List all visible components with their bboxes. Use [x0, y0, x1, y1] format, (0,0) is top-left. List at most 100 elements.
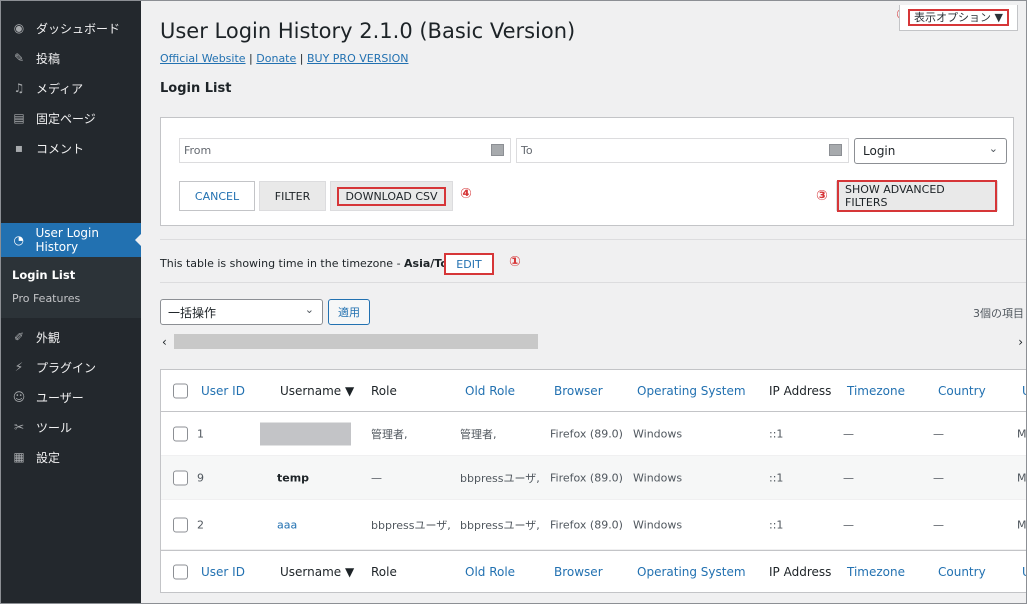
cell-timezone: —: [843, 518, 854, 531]
table-footer-row: User ID Username ▼ Role Old Role Browser…: [161, 550, 1026, 592]
from-placeholder: From: [184, 144, 212, 157]
row-checkbox[interactable]: [173, 517, 188, 532]
col-old-role[interactable]: Old Role: [465, 565, 515, 579]
user-icon: ☺: [12, 390, 26, 404]
col-user-id[interactable]: User ID: [201, 565, 245, 579]
chevron-down-icon: ⌄: [304, 303, 314, 316]
col-truncated[interactable]: U: [1022, 384, 1026, 398]
submenu-pro-features[interactable]: Pro Features: [1, 287, 141, 310]
cell-os: Windows: [633, 427, 683, 440]
from-date-input[interactable]: From: [179, 138, 511, 163]
menu-settings[interactable]: ▦ 設定: [1, 442, 141, 472]
page-icon: ▤: [13, 111, 25, 125]
col-username[interactable]: Username ▼: [280, 565, 354, 579]
menu-media[interactable]: ♫ メディア: [1, 73, 141, 103]
menu-pages[interactable]: ▤ 固定ページ: [1, 103, 141, 133]
col-browser[interactable]: Browser: [554, 565, 603, 579]
cell-username[interactable]: temp: [277, 471, 309, 484]
redacted-username: [260, 422, 351, 445]
col-browser[interactable]: Browser: [554, 384, 603, 398]
donate-link[interactable]: Donate: [256, 52, 296, 65]
pin-icon: ✎: [13, 51, 25, 65]
cell-country: —: [933, 471, 944, 484]
cell-timezone: —: [843, 471, 854, 484]
menu-label: コメント: [36, 141, 85, 156]
submenu-login-list[interactable]: Login List: [1, 263, 141, 287]
col-username[interactable]: Username ▼: [280, 384, 354, 398]
row-checkbox[interactable]: [173, 470, 188, 485]
col-truncated[interactable]: U: [1022, 565, 1026, 579]
cancel-button[interactable]: CANCEL: [179, 181, 255, 211]
divider: [160, 239, 1026, 240]
cell-ip: ::1: [769, 518, 784, 531]
annotation-1: ①: [509, 254, 521, 270]
select-all-checkbox[interactable]: [173, 564, 188, 579]
timezone-notice: This table is showing time in the timezo…: [160, 257, 470, 270]
show-advanced-filters-button[interactable]: SHOW ADVANCED FILTERS: [836, 180, 998, 212]
cell-timezone: —: [843, 427, 854, 440]
menu-posts[interactable]: ✎ 投稿: [1, 43, 141, 73]
calendar-icon[interactable]: [491, 144, 504, 156]
header-links: Official Website | Donate | BUY PRO VERS…: [160, 52, 408, 65]
scroll-left-arrow[interactable]: ‹: [162, 335, 167, 349]
cell-truncated: M: [1017, 518, 1026, 531]
cell-ip: ::1: [769, 427, 784, 440]
official-website-link[interactable]: Official Website: [160, 52, 246, 65]
select-all-checkbox[interactable]: [173, 383, 188, 398]
scroll-right-arrow[interactable]: ›: [1018, 335, 1023, 349]
menu-users[interactable]: ☺ ユーザー: [1, 382, 141, 412]
col-timezone[interactable]: Timezone: [847, 565, 905, 579]
menu-plugins[interactable]: ⚡ プラグイン: [1, 352, 141, 382]
menu-comments[interactable]: ▪ コメント: [1, 133, 141, 163]
menu-dashboard[interactable]: ◉ ダッシュボード: [1, 13, 141, 43]
menu-appearance[interactable]: ✐ 外観: [1, 322, 141, 352]
cell-role: bbpressユーザ,: [371, 518, 451, 532]
table-row: 2 aaa bbpressユーザ, bbpressユーザ, Firefox (8…: [161, 500, 1026, 550]
download-csv-button[interactable]: DOWNLOAD CSV: [330, 181, 453, 211]
menu-label: 設定: [36, 450, 61, 465]
apply-button[interactable]: 適用: [328, 299, 370, 325]
col-old-role[interactable]: Old Role: [465, 384, 515, 398]
cell-country: —: [933, 518, 944, 531]
row-checkbox[interactable]: [173, 426, 188, 441]
link-separator: |: [249, 52, 253, 65]
cell-country: —: [933, 427, 944, 440]
cell-user-id: 2: [197, 518, 204, 531]
col-role: Role: [371, 383, 397, 398]
annotation-4: ④: [460, 186, 472, 202]
to-placeholder: To: [521, 144, 533, 157]
col-country[interactable]: Country: [938, 384, 986, 398]
cell-os: Windows: [633, 518, 683, 531]
col-user-id[interactable]: User ID: [201, 384, 245, 398]
col-timezone[interactable]: Timezone: [847, 384, 905, 398]
cell-ip: ::1: [769, 471, 784, 484]
calendar-icon[interactable]: [829, 144, 842, 156]
bulk-action-select[interactable]: 一括操作 ⌄: [160, 299, 323, 325]
menu-user-login-history[interactable]: ◔ User Login History: [1, 223, 142, 257]
filter-button[interactable]: FILTER: [259, 181, 326, 211]
annotation-3: ③: [816, 188, 828, 204]
menu-label: メディア: [36, 81, 84, 96]
edit-timezone-button[interactable]: EDIT: [444, 253, 494, 275]
screen-options-button[interactable]: 表示オプション ▼: [899, 5, 1018, 31]
plugin-icon: ⚡: [14, 360, 24, 374]
to-date-input[interactable]: To: [516, 138, 849, 163]
link-separator: |: [299, 52, 304, 65]
menu-label: プラグイン: [36, 360, 97, 375]
col-operating-system[interactable]: Operating System: [637, 384, 746, 398]
timezone-text: This table is showing time in the timezo…: [160, 257, 405, 270]
cell-old-role: bbpressユーザ,: [460, 518, 540, 532]
menu-tools[interactable]: ✂ ツール: [1, 412, 141, 442]
history-icon: ◔: [13, 233, 24, 247]
submenu: Login List Pro Features: [1, 257, 141, 318]
status-select[interactable]: Login ⌄: [854, 138, 1007, 164]
admin-sidebar: ◉ ダッシュボード ✎ 投稿 ♫ メディア ▤ 固定ページ ▪ コメント ◔ User Lo…: [1, 1, 142, 603]
horizontal-scrollbar[interactable]: [174, 334, 538, 349]
page-title: User Login History 2.1.0 (Basic Version): [160, 19, 576, 43]
col-operating-system[interactable]: Operating System: [637, 565, 746, 579]
col-country[interactable]: Country: [938, 565, 986, 579]
menu-label: 投稿: [36, 51, 61, 66]
col-role: Role: [371, 564, 397, 579]
cell-username[interactable]: aaa: [277, 518, 297, 531]
buy-pro-link[interactable]: BUY PRO VERSION: [307, 52, 408, 65]
